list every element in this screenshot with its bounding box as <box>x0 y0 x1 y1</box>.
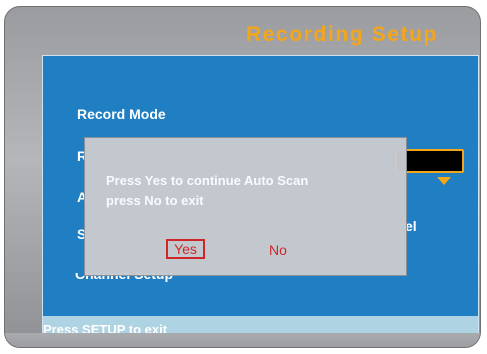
no-button[interactable]: No <box>269 242 287 258</box>
screen-title: Recording Setup <box>246 23 439 46</box>
auto-scan-confirm-dialog: Press Yes to continue Auto Scan press No… <box>84 137 407 276</box>
dialog-message-line-1: Press Yes to continue Auto Scan <box>106 173 309 188</box>
yes-button[interactable]: Yes <box>166 239 205 259</box>
menu-item-record-mode[interactable]: Record Mode <box>77 106 166 122</box>
frame-bottom-edge <box>5 333 480 347</box>
dialog-message-line-2: press No to exit <box>106 193 204 208</box>
tv-menu-frame: Recording Setup Record Mode R A S Channe… <box>4 6 481 348</box>
dropdown-arrow-icon[interactable] <box>437 177 451 185</box>
